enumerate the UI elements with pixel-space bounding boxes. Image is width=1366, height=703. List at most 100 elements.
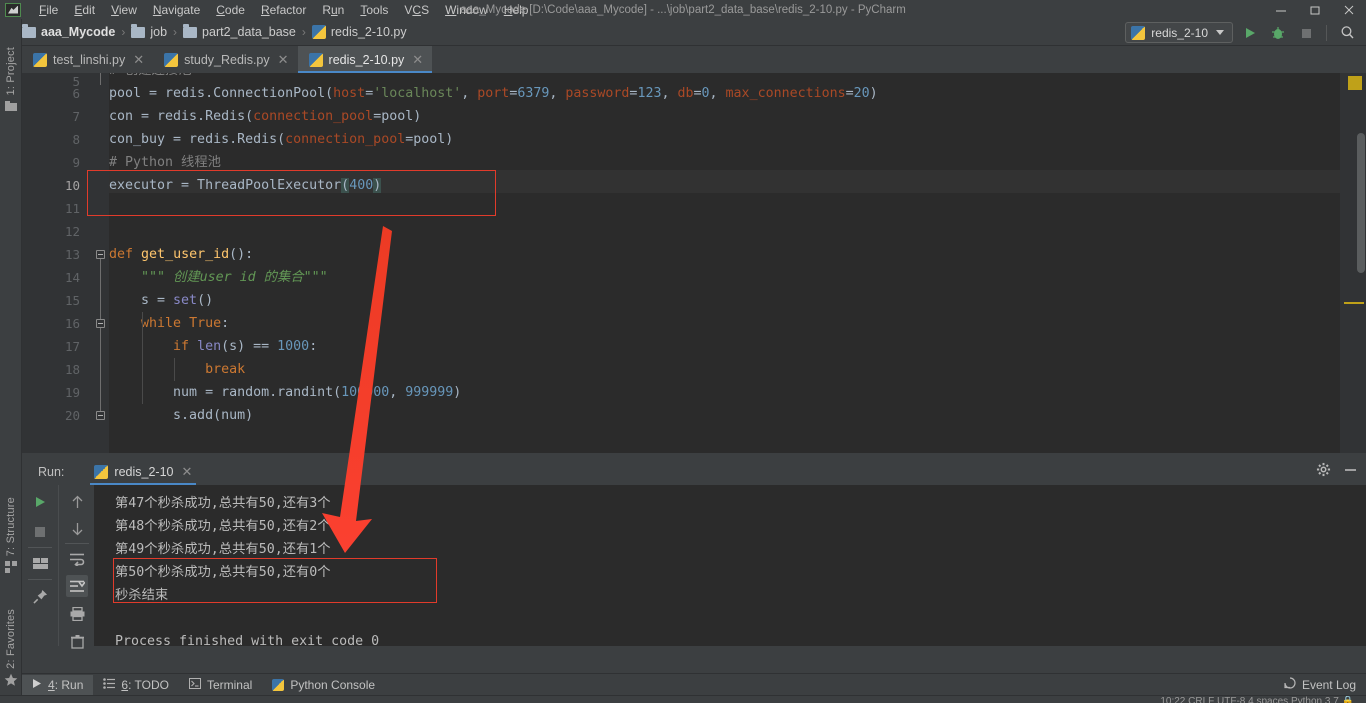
console-output[interactable]: 第47个秒杀成功,总共有50,还有3个 第48个秒杀成功,总共有50,还有2个 … <box>94 485 1366 646</box>
menu-item-run[interactable]: Run <box>314 1 352 19</box>
stop-icon[interactable] <box>1295 22 1317 44</box>
console-line: 第48个秒杀成功,总共有50,还有2个 <box>115 519 331 534</box>
restore-layout-icon[interactable] <box>29 553 51 575</box>
line-number: 8 <box>72 132 80 147</box>
code-editor[interactable]: 5 6 7 8 9 10 11 12 13 14 15 16 17 18 19 … <box>22 73 1366 453</box>
soft-wrap-icon[interactable] <box>66 548 88 570</box>
bottom-item-run[interactable]: 4: Run <box>22 674 94 695</box>
tab-redis-2-10[interactable]: redis_2-10.py ✕ <box>297 46 433 73</box>
sidebar-item-favorites[interactable]: 2: Favorites <box>0 609 22 692</box>
window-controls[interactable] <box>1264 0 1366 19</box>
breadcrumb-item-2[interactable]: part2_data_base <box>183 23 296 39</box>
code-text-area[interactable]: # 创建连接池 pool = redis.ConnectionPool(host… <box>109 73 1340 453</box>
run-icon[interactable] <box>1239 22 1261 44</box>
clear-all-icon[interactable] <box>66 631 88 653</box>
sidebar-item-label: 2: Favorites <box>5 609 17 669</box>
bottom-item-label: Python Console <box>290 677 376 692</box>
code-line-10: executor = ThreadPoolExecutor(400) <box>109 178 382 193</box>
print-icon[interactable] <box>66 603 88 625</box>
close-icon[interactable]: ✕ <box>133 53 144 66</box>
close-icon[interactable]: ✕ <box>181 465 192 478</box>
breadcrumb-item-0[interactable]: aaa_Mycode <box>22 23 116 39</box>
menu-item-refactor[interactable]: Refactor <box>253 1 314 19</box>
line-number: 10 <box>64 178 80 193</box>
editor-scrollbar[interactable] <box>1357 133 1365 273</box>
fold-marker-end[interactable] <box>96 411 105 420</box>
bottom-item-todo[interactable]: 6: TODO <box>93 675 179 695</box>
run-tool-window: Run: redis_2-10 ✕ 第47个秒杀成功,总共有50,还有3个 第4… <box>22 458 1366 673</box>
editor-marker-gutter[interactable] <box>1340 73 1366 453</box>
code-line-16: while True: <box>141 316 230 331</box>
breadcrumb-item-1[interactable]: job <box>131 23 167 39</box>
bottom-item-python-console[interactable]: Python Console <box>262 675 385 695</box>
gear-icon[interactable] <box>1316 462 1331 482</box>
minimize-button[interactable] <box>1264 0 1298 19</box>
indent-guide <box>142 312 143 404</box>
menu-item-view[interactable]: View <box>103 1 145 19</box>
menu-item-file[interactable]: File <box>31 1 66 19</box>
sidebar-item-label: 1: Project <box>5 47 17 96</box>
code-line-7: con = redis.Redis(connection_pool=pool) <box>109 109 422 124</box>
menu-item-help[interactable]: Help <box>496 1 537 19</box>
sidebar-item-project[interactable]: 1: Project <box>0 47 22 117</box>
python-icon <box>272 678 285 691</box>
line-number: 19 <box>64 385 80 400</box>
rerun-icon[interactable] <box>29 491 51 513</box>
menu-item-code[interactable]: Code <box>208 1 253 19</box>
code-line-5: # 创建连接池 <box>109 73 192 82</box>
tab-study-redis[interactable]: study_Redis.py ✕ <box>153 46 298 73</box>
breadcrumb-label-0: aaa_Mycode <box>41 25 116 39</box>
python-icon <box>1131 25 1146 40</box>
menu-item-window[interactable]: Window <box>437 1 496 19</box>
menu-bar[interactable]: File Edit View Navigate Code Refactor Ru… <box>31 1 536 19</box>
fold-marker-def[interactable] <box>96 250 105 259</box>
bottom-item-terminal[interactable]: Terminal <box>179 675 262 695</box>
todo-icon <box>103 677 116 692</box>
close-icon[interactable]: ✕ <box>278 53 289 66</box>
run-tool-window-body: 第47个秒杀成功,总共有50,还有3个 第48个秒杀成功,总共有50,还有2个 … <box>22 485 1366 649</box>
run-tab-redis[interactable]: redis_2-10 ✕ <box>90 458 197 485</box>
menu-item-vcs[interactable]: VCS <box>396 1 437 19</box>
code-line-20: s.add(num) <box>109 408 254 423</box>
breadcrumb: aaa_Mycode › job › part2_data_base › red… <box>0 23 407 39</box>
menu-item-navigate[interactable]: Navigate <box>145 1 208 19</box>
scroll-to-end-icon[interactable] <box>66 575 88 597</box>
folder-icon <box>131 23 146 38</box>
event-log-button[interactable]: Event Log <box>1284 676 1356 694</box>
breadcrumb-separator: › <box>301 25 306 39</box>
run-configuration-selector[interactable]: redis_2-10 <box>1125 22 1233 43</box>
run-tool-window-header: Run: redis_2-10 ✕ <box>22 458 1366 485</box>
sidebar-item-label: 7: Structure <box>5 497 17 557</box>
navigation-bar: aaa_Mycode › job › part2_data_base › red… <box>0 19 1366 46</box>
console-line: 第49个秒杀成功,总共有50,还有1个 <box>115 542 331 557</box>
fold-marker-while[interactable] <box>96 319 105 328</box>
tab-test-linshi[interactable]: test_linshi.py ✕ <box>22 46 154 73</box>
up-icon[interactable] <box>66 491 88 513</box>
pin-icon[interactable] <box>29 585 51 607</box>
breadcrumb-item-3[interactable]: redis_2-10.py <box>311 25 407 39</box>
console-line: 第47个秒杀成功,总共有50,还有3个 <box>115 496 331 511</box>
search-everywhere-icon[interactable] <box>1336 22 1358 44</box>
menu-item-edit[interactable]: Edit <box>66 1 103 19</box>
line-number: 13 <box>64 247 80 262</box>
close-icon[interactable]: ✕ <box>412 53 423 66</box>
maximize-button[interactable] <box>1298 0 1332 19</box>
down-icon[interactable] <box>66 518 88 540</box>
bottom-item-label: 6: TODO <box>121 677 169 692</box>
run-configuration-label: redis_2-10 <box>1151 25 1208 40</box>
stop-icon[interactable] <box>29 521 51 543</box>
sidebar-item-structure[interactable]: 7: Structure <box>0 497 22 578</box>
debug-icon[interactable] <box>1267 22 1289 44</box>
pycharm-icon <box>5 2 21 17</box>
python-file-icon <box>164 52 179 67</box>
code-folding-gutter[interactable] <box>92 73 109 453</box>
python-file-icon <box>311 25 326 39</box>
minimize-icon[interactable] <box>1343 462 1358 482</box>
bottom-item-label: 4: Run <box>48 677 84 692</box>
event-log-icon <box>1284 676 1296 694</box>
status-bar: 10:22 CRLF UTF-8 4 spaces Python 3.7 🔒 <box>0 695 1366 703</box>
close-button[interactable] <box>1332 0 1366 19</box>
menu-item-tools[interactable]: Tools <box>352 1 396 19</box>
warning-marker-icon[interactable] <box>1348 76 1362 90</box>
indent-guide <box>174 358 175 381</box>
